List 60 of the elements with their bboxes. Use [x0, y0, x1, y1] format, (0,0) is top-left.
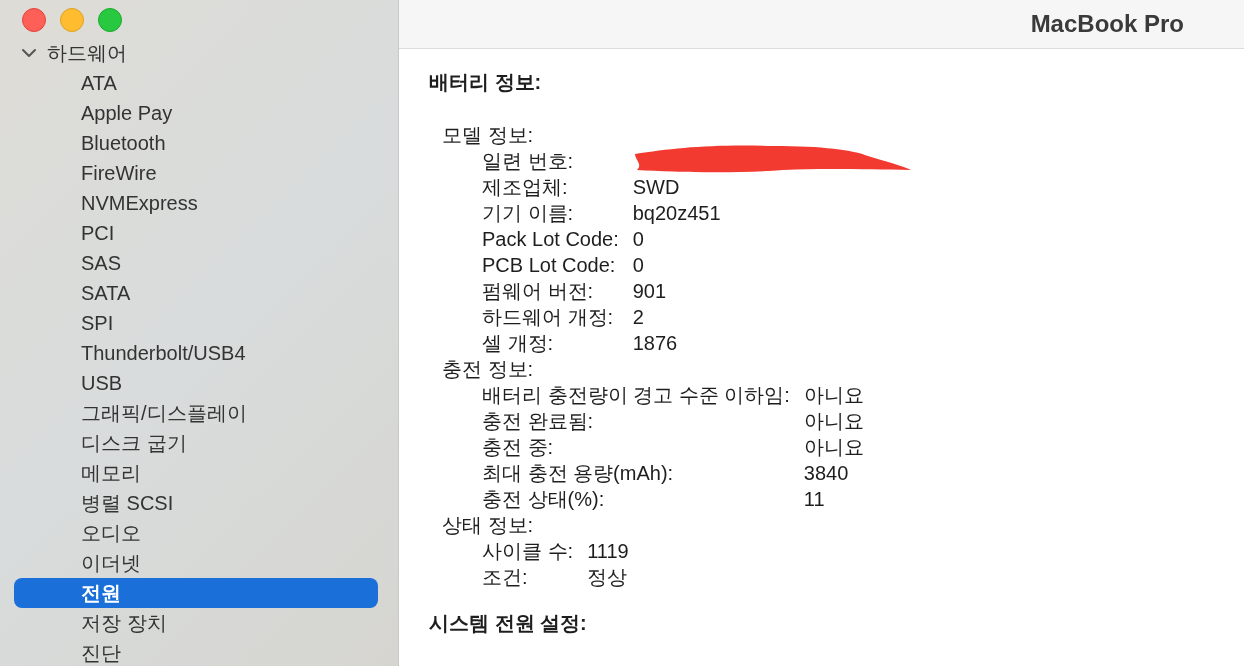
property-value: 1876 — [632, 331, 678, 356]
property-label: 충전 완료됨: — [482, 409, 595, 434]
property-value: 아니요 — [803, 383, 864, 408]
property-label: 최대 충전 용량(mAh): — [482, 461, 675, 486]
sidebar-item[interactable]: NVMExpress — [14, 188, 378, 218]
property-value: 11 — [803, 487, 825, 512]
sidebar-item[interactable]: 이더넷 — [14, 548, 378, 578]
sidebar-item[interactable]: Thunderbolt/USB4 — [14, 338, 378, 368]
property-value: 아니요 — [803, 435, 864, 460]
sidebar-item[interactable]: ATA — [14, 68, 378, 98]
sidebar-item[interactable]: 전원 — [14, 578, 378, 608]
property-label: 기기 이름: — [482, 201, 575, 226]
sidebar-item[interactable]: 메모리 — [14, 458, 378, 488]
property-value: bq20z451 — [632, 201, 721, 226]
sidebar-item[interactable]: 디스크 굽기 — [14, 428, 378, 458]
property-label: 조건: — [482, 565, 529, 590]
property-label: 일련 번호: — [482, 149, 575, 174]
property-label: 셀 개정: — [482, 331, 555, 356]
group-label: 충전 정보: — [441, 357, 535, 382]
property-value: 901 — [632, 279, 667, 304]
property-label: PCB Lot Code: — [482, 253, 617, 278]
chevron-icon[interactable] — [21, 48, 37, 58]
group-label: 모델 정보: — [441, 123, 535, 148]
sidebar-item[interactable]: 그래픽/디스플레이 — [14, 398, 378, 428]
property-label: Pack Lot Code: — [482, 227, 619, 252]
close-button[interactable] — [22, 8, 46, 32]
property-label: 충전 중: — [482, 435, 555, 460]
property-value: 2 — [632, 305, 644, 330]
property-value: 0 — [632, 227, 644, 252]
sidebar-item[interactable]: Apple Pay — [14, 98, 378, 128]
section-title: 배터리 정보: — [429, 70, 543, 95]
property-value: 아니요 — [803, 409, 864, 434]
sidebar-item[interactable]: 병렬 SCSI — [14, 488, 378, 518]
property-label: 사이클 수: — [482, 539, 574, 564]
property-value: 0 — [632, 253, 644, 278]
sidebar-item[interactable]: Bluetooth — [14, 128, 378, 158]
sidebar-group[interactable]: 하드웨어 — [47, 39, 127, 67]
sidebar-item[interactable]: PCI — [14, 218, 378, 248]
section-title: 시스템 전원 설정: — [429, 611, 588, 636]
sidebar-item[interactable]: 진단 — [14, 638, 378, 666]
sidebar-item[interactable]: USB — [14, 368, 378, 398]
property-label: 충전 상태(%): — [482, 487, 606, 512]
property-label: 제조업체: — [482, 175, 569, 200]
sidebar-item[interactable]: SAS — [14, 248, 378, 278]
zoom-button[interactable] — [98, 8, 122, 32]
group-label: 상태 정보: — [441, 513, 535, 538]
property-value: 1119 — [587, 539, 629, 564]
property-value: SWD — [632, 175, 680, 200]
sidebar-item[interactable]: SATA — [14, 278, 378, 308]
sidebar-item[interactable]: 저장 장치 — [14, 608, 378, 638]
property-label: 펌웨어 버전: — [482, 279, 595, 304]
sidebar-item[interactable]: SPI — [14, 308, 378, 338]
window-title: MacBook Pro — [1030, 10, 1184, 38]
sidebar-item[interactable]: FireWire — [14, 158, 378, 188]
property-label: 배터리 충전량이 경고 수준 이하임: — [482, 383, 790, 408]
property-value: 3840 — [803, 461, 849, 486]
property-value: 정상 — [587, 565, 628, 590]
minimize-button[interactable] — [60, 8, 84, 32]
property-label: 하드웨어 개정: — [482, 305, 615, 330]
sidebar-item[interactable]: 오디오 — [14, 518, 378, 548]
